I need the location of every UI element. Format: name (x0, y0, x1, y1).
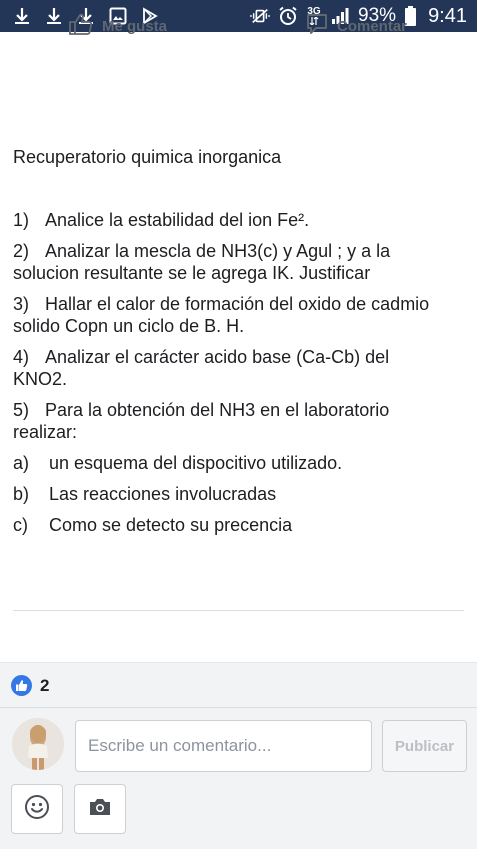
line-text: un esquema del dispocitivo utilizado. (49, 453, 343, 473)
publish-button[interactable]: Publicar (382, 720, 467, 772)
comment-bubble-icon (305, 12, 329, 40)
thumbs-up-icon (68, 12, 94, 40)
line-number: 4) (13, 347, 30, 367)
post-divider (13, 610, 464, 611)
comment-button[interactable]: Comentar (305, 12, 407, 40)
avatar (12, 718, 64, 770)
line-number: 1) (13, 210, 30, 230)
reaction-count: 2 (40, 675, 50, 695)
line-number: 3) (13, 294, 30, 314)
post-line: 2) Analizar la mescla de NH3(c) y Agul ; … (13, 240, 443, 284)
reactions-summary[interactable]: 2 (11, 675, 49, 696)
post-line: a) un esquema del dispocitivo utilizado. (13, 452, 443, 474)
line-text: Como se detecto su precencia (49, 515, 293, 535)
line-text: Para la obtención del NH3 en el laborato… (13, 400, 390, 442)
emoji-button[interactable] (11, 784, 63, 834)
line-text: Analizar el carácter acido base (Ca-Cb) … (13, 347, 390, 389)
alarm-icon (278, 6, 298, 26)
mute-vibrate-icon (250, 6, 270, 26)
like-label: Me gusta (102, 17, 168, 35)
like-reaction-icon (11, 675, 32, 696)
line-text: Analice la estabilidad del ion Fe². (45, 210, 310, 230)
line-text: Hallar el calor de formación del oxido d… (13, 294, 430, 336)
line-text: Analizar la mescla de NH3(c) y Agul ; y … (13, 241, 391, 283)
reactions-divider (0, 707, 477, 708)
camera-icon (87, 796, 113, 823)
post-title: Recuperatorio quimica inorganica (13, 147, 282, 167)
clock-time: 9:41 (428, 4, 467, 27)
camera-button[interactable] (74, 784, 126, 834)
line-number: b) (13, 484, 30, 504)
line-text: Las reacciones involucradas (49, 484, 277, 504)
download-icon (12, 6, 32, 26)
post-line: 3) Hallar el calor de formación del oxido… (13, 293, 443, 337)
smiley-icon (24, 794, 50, 825)
line-number: 2) (13, 241, 30, 261)
post-line: c) Como se detecto su precencia (13, 514, 443, 536)
post-line: 5) Para la obtención del NH3 en el labora… (13, 399, 443, 443)
post-line: 1) Analice la estabilidad del ion Fe². (13, 209, 443, 231)
line-number: c) (13, 515, 28, 535)
like-button[interactable]: Me gusta (68, 12, 167, 40)
post-body: 1) Analice la estabilidad del ion Fe². 2)… (13, 209, 443, 545)
comment-input[interactable] (75, 720, 372, 772)
line-number: 5) (13, 400, 30, 420)
download-icon (44, 6, 64, 26)
comment-label: Comentar (337, 17, 408, 35)
post-line: 4) Analizar el carácter acido base (Ca-Cb… (13, 346, 443, 390)
line-number: a) (13, 453, 30, 473)
post-line: b) Las reacciones involucradas (13, 483, 443, 505)
